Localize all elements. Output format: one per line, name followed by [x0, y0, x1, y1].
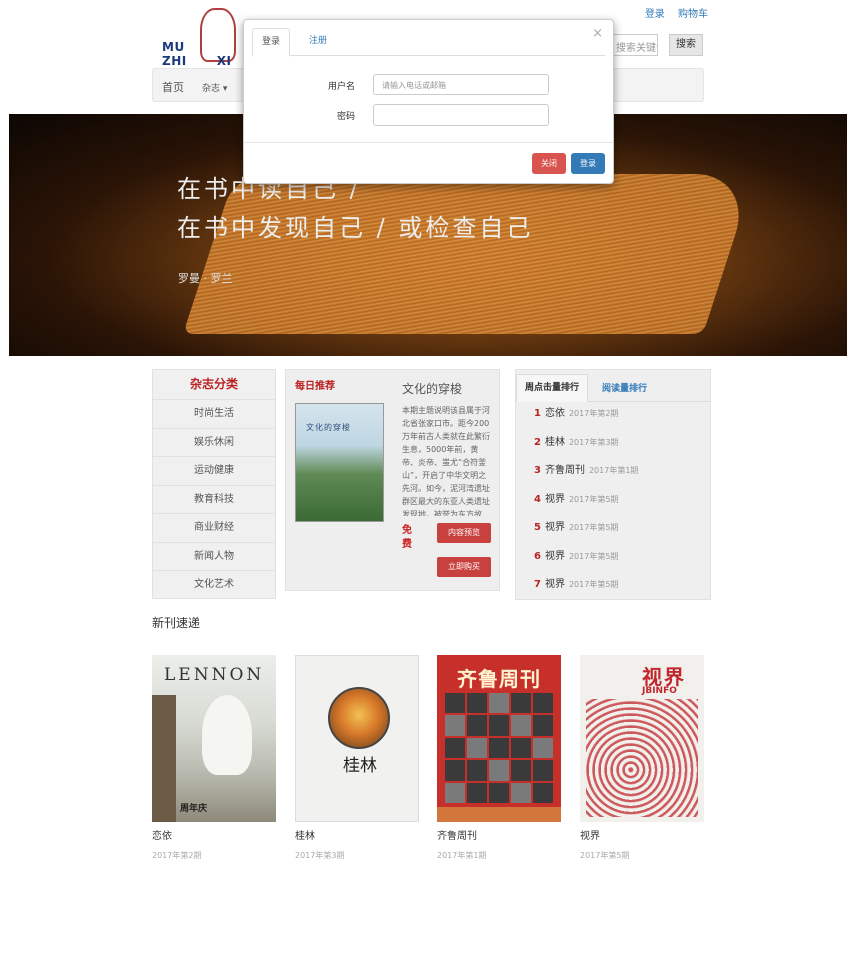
daily-recommendation: 每日推荐 文化的穿梭 文化的穿梭 本期主题说明该县属于河北省张家口市。距今200… [285, 369, 500, 591]
tab-login[interactable]: 登录 [252, 28, 291, 57]
tab-weekly-clicks[interactable]: 周点击量排行 [516, 374, 588, 402]
category-item[interactable]: 娱乐休闲 [153, 429, 275, 457]
magazine-cover[interactable]: 齐鲁周刊 [437, 655, 561, 822]
ranking-row[interactable]: 2 桂林 2017年第3期 [534, 433, 618, 448]
login-button[interactable]: 登录 [571, 153, 605, 174]
cover-papercut-graphic [586, 699, 698, 817]
ranking-row[interactable]: 3 齐鲁周刊 2017年第1期 [534, 461, 638, 476]
daily-magazine-cover[interactable]: 文化的穿梭 [295, 403, 384, 522]
tab-register[interactable]: 注册 [300, 28, 336, 56]
cover-title: 齐鲁周刊 [457, 667, 541, 691]
category-item[interactable]: 文化艺术 [153, 571, 275, 600]
hero-quote-line2: 在书中发现自己 / 或检查自己 [177, 214, 534, 242]
cover-title: LENNON [164, 665, 265, 685]
ranking-row[interactable]: 4 视界 2017年第5期 [534, 490, 618, 505]
category-item[interactable]: 教育科技 [153, 486, 275, 514]
magazine-cover[interactable]: LENNON 周年庆 [152, 655, 276, 822]
password-label: 密码 [336, 112, 355, 122]
category-item[interactable]: 时尚生活 [153, 400, 275, 429]
category-item[interactable]: 商业财经 [153, 514, 275, 543]
preview-button[interactable]: 内容预览 [437, 523, 491, 543]
magazine-name[interactable]: 恋依 [152, 827, 276, 842]
ranking-row[interactable]: 6 视界 2017年第5期 [534, 547, 618, 562]
ranking-panel: 周点击量排行 阅读量排行 1 恋依 2017年第2期 2 桂林 2017年第3期 3 齐鲁… [515, 369, 711, 600]
magazine-issue: 2017年第3期 [295, 851, 345, 860]
ranking-row[interactable]: 5 视界 2017年第5期 [534, 518, 618, 533]
magazine-card[interactable]: 桂林 桂林 2017年第3期 [295, 655, 419, 861]
tab-reads[interactable]: 阅读量排行 [602, 381, 647, 394]
page: 登录 购物车 MU ZHIXI 搜索关键词 搜索 首页 杂志 ▾ 在书中读自己 … [0, 0, 868, 969]
magazine-name[interactable]: 视界 [580, 827, 704, 842]
magazine-cover[interactable]: 视界 JBINFO [580, 655, 704, 822]
cover-subtitle: JBINFO [642, 686, 677, 696]
new-releases-title: 新刊速递 [152, 616, 201, 630]
buy-button[interactable]: 立即购买 [437, 557, 491, 577]
magazine-card[interactable]: 视界 JBINFO 视界 2017年第5期 [580, 655, 704, 861]
category-item[interactable]: 运动健康 [153, 457, 275, 486]
cover-footer-band [437, 807, 561, 822]
category-item[interactable]: 新闻人物 [153, 543, 275, 571]
daily-label: 每日推荐 [295, 381, 335, 392]
nav-magazine-dropdown[interactable]: 杂志 ▾ [202, 81, 227, 94]
cover-footer-text: 周年庆 [180, 804, 208, 814]
nav-home[interactable]: 首页 [162, 79, 184, 95]
magazine-issue: 2017年第2期 [152, 851, 202, 860]
ranking-tabs: 周点击量排行 阅读量排行 [516, 370, 710, 402]
magazine-cover[interactable]: 桂林 [295, 655, 419, 822]
ranking-row[interactable]: 7 视界 2017年第5期 [534, 575, 618, 590]
search-input[interactable]: 搜索关键词 [612, 34, 658, 56]
cover-title: 桂林 [343, 756, 377, 776]
cart-link[interactable]: 购物车 [678, 9, 708, 20]
free-label: 免费 [402, 525, 412, 550]
logo-text: MU ZHI XI [162, 40, 232, 68]
magazine-name[interactable]: 桂林 [295, 827, 419, 842]
daily-description: 本期主题说明该县属于河北省张家口市。距今200万年前古人类就在此繁衍生息，500… [402, 406, 490, 516]
magazine-issue: 2017年第1期 [437, 851, 487, 860]
ranking-row[interactable]: 1 恋依 2017年第2期 [534, 404, 618, 419]
daily-cover-title: 文化的穿梭 [306, 423, 351, 432]
username-label: 用户名 [327, 82, 355, 92]
category-sidebar: 杂志分类 时尚生活 娱乐休闲 运动健康 教育科技 商业财经 新闻人物 文化艺术 [152, 369, 276, 599]
cover-tree-graphic [152, 695, 176, 822]
category-title: 杂志分类 [153, 370, 275, 400]
hero-author: 罗曼 · 罗兰 [178, 272, 233, 285]
login-link[interactable]: 登录 [645, 9, 665, 20]
magazine-card[interactable]: 齐鲁周刊 齐鲁周刊 2017年第1期 [437, 655, 561, 861]
magazine-issue: 2017年第5期 [580, 851, 630, 860]
site-logo[interactable]: MU ZHI XI [162, 8, 252, 68]
username-input[interactable]: 请输入电话或邮箱 [373, 74, 549, 95]
magazine-name[interactable]: 齐鲁周刊 [437, 827, 561, 842]
password-input[interactable] [373, 104, 549, 126]
modal-tabs: 登录 注册 [252, 28, 605, 57]
cover-figure-graphic [202, 695, 252, 775]
daily-magazine-name[interactable]: 文化的穿梭 [402, 380, 462, 397]
cover-portrait-grid [445, 693, 553, 803]
magazine-card[interactable]: LENNON 周年庆 恋依 2017年第2期 [152, 655, 276, 861]
login-modal: × 登录 注册 用户名 请输入电话或邮箱 密码 关闭 登录 [243, 19, 614, 184]
top-links: 登录 购物车 [635, 5, 708, 20]
cover-sunset-graphic [328, 687, 390, 749]
close-button[interactable]: 关闭 [532, 153, 566, 174]
search-button[interactable]: 搜索 [669, 34, 703, 56]
